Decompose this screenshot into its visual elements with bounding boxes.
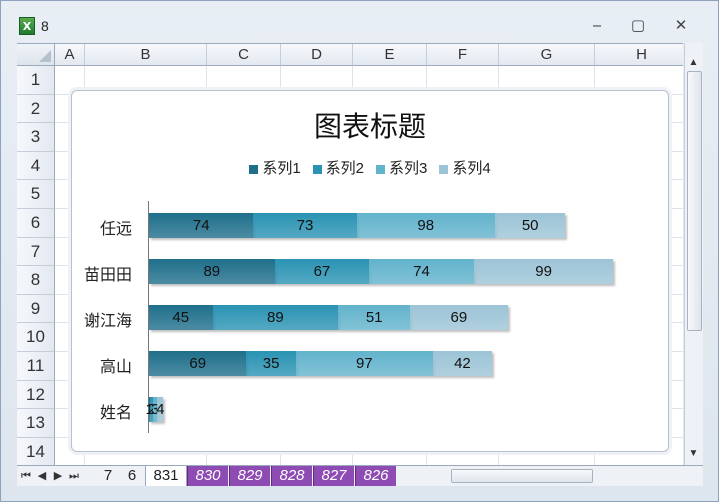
legend-swatch	[439, 164, 449, 174]
maximize-button[interactable]: ▢	[625, 15, 651, 35]
data-label: 35	[262, 355, 280, 372]
data-label: 97	[355, 355, 373, 372]
category-label: 姓名	[99, 405, 132, 422]
legend-item[interactable]: 系列3	[376, 157, 427, 178]
legend-item[interactable]: 系列1	[249, 157, 301, 178]
row-header-13[interactable]: 13	[17, 409, 55, 438]
first-sheet-icon[interactable]: ⏮	[19, 466, 33, 486]
vertical-scrollbar[interactable]: ▲ ▼	[684, 43, 703, 465]
row-header-1[interactable]: 1	[17, 66, 55, 95]
row-header-5[interactable]: 5	[17, 180, 55, 209]
chart-legend[interactable]: 系列1 系列2 系列3 系列4	[72, 157, 668, 178]
excel-icon[interactable]: X	[19, 17, 35, 35]
column-header-d[interactable]: D	[281, 44, 353, 66]
close-icon: ✕	[674, 16, 688, 34]
column-header-g[interactable]: G	[499, 44, 595, 66]
category-label: 谢江海	[83, 313, 132, 330]
column-header-e[interactable]: E	[353, 44, 427, 66]
spreadsheet-grid[interactable]: 图表标题 系列1 系列2 系列3 系列4 任远 74 73 98 50 苗田田 89 67 74 99 谢…	[17, 43, 683, 466]
prev-sheet-icon[interactable]: ◀	[35, 466, 49, 486]
minimize-icon: ‒	[592, 16, 602, 34]
column-header-c[interactable]: C	[207, 44, 281, 66]
legend-swatch	[249, 164, 259, 174]
legend-label: 系列2	[325, 160, 364, 177]
data-label: 51	[365, 309, 383, 326]
sheet-tab-828[interactable]: 828	[271, 466, 312, 486]
sheet-tab-827[interactable]: 827	[313, 466, 354, 486]
row-header-4[interactable]: 4	[17, 151, 55, 181]
column-header-f[interactable]: F	[427, 44, 499, 66]
chart-title[interactable]: 图表标题	[72, 105, 668, 145]
select-all-corner[interactable]	[17, 44, 55, 66]
row-header-3[interactable]: 3	[17, 123, 55, 152]
scroll-down-icon[interactable]: ▼	[685, 448, 702, 459]
data-label: 74	[413, 263, 430, 280]
data-label: 67	[313, 263, 331, 280]
legend-item[interactable]: 系列2	[312, 157, 364, 178]
sheet-tab-826[interactable]: 826	[355, 466, 396, 486]
data-label: 89	[203, 263, 221, 280]
horizontal-scroll-thumb[interactable]	[451, 469, 593, 483]
sheet-tab-7[interactable]: 7	[97, 466, 119, 486]
data-label: 69	[450, 309, 468, 326]
row-header-2[interactable]: 2	[17, 94, 55, 124]
row-header-9[interactable]: 9	[17, 294, 55, 324]
sheet-tab-830[interactable]: 830	[187, 466, 228, 486]
row-header-6[interactable]: 6	[17, 209, 55, 238]
data-label: 42	[454, 355, 471, 372]
category-label: 任远	[99, 221, 132, 238]
title-bar: X 8 ‒ ▢ ✕	[1, 1, 718, 43]
horizontal-scrollbar[interactable]	[431, 465, 683, 486]
row-header-8[interactable]: 8	[17, 266, 55, 295]
data-label: 45	[172, 309, 190, 326]
vertical-scroll-thumb[interactable]	[687, 71, 702, 331]
legend-swatch	[312, 164, 322, 174]
column-header-h[interactable]: H	[595, 44, 683, 66]
column-header-b[interactable]: B	[85, 44, 207, 66]
data-label: 50	[521, 217, 539, 234]
close-button[interactable]: ✕	[668, 15, 694, 35]
last-sheet-icon[interactable]: ⏭	[67, 466, 81, 486]
row-header-14[interactable]: 14	[17, 437, 55, 466]
legend-label: 系列4	[452, 160, 491, 177]
maximize-icon: ▢	[630, 16, 646, 34]
legend-swatch	[376, 164, 385, 174]
data-label: 89	[267, 309, 284, 326]
scroll-up-icon[interactable]: ▲	[685, 57, 702, 68]
row-header-11[interactable]: 11	[17, 352, 55, 381]
category-label: 高山	[99, 359, 132, 376]
window-title: 8	[41, 18, 49, 34]
legend-item[interactable]: 系列4	[439, 157, 491, 178]
next-sheet-icon[interactable]: ▶	[51, 466, 65, 486]
data-label: 99	[535, 263, 552, 280]
row-header-12[interactable]: 12	[17, 380, 55, 410]
sheet-tab-6[interactable]: 6	[121, 466, 143, 486]
data-label: 73	[296, 217, 314, 234]
column-header-a[interactable]: A	[55, 44, 85, 66]
chart-area[interactable]: 图表标题 系列1 系列2 系列3 系列4 任远 74 73 98 50 苗田田 89 67 74 99 谢…	[71, 90, 669, 452]
row-header-7[interactable]: 7	[17, 237, 55, 267]
data-label: 4	[156, 401, 165, 418]
sheet-tab-829[interactable]: 829	[229, 466, 270, 486]
legend-label: 系列3	[389, 160, 428, 177]
minimize-button[interactable]: ‒	[584, 15, 610, 35]
data-label: 69	[189, 355, 207, 372]
data-label: 74	[192, 217, 210, 234]
data-label: 98	[417, 217, 435, 234]
legend-label: 系列1	[262, 160, 301, 177]
category-label: 苗田田	[83, 267, 132, 284]
excel-window: X 8 ‒ ▢ ✕ 图表标题 系列1 系列2 系列3 系列4 任远 74 73 98 50 苗田…	[0, 0, 719, 502]
row-header-10[interactable]: 10	[17, 323, 55, 352]
sheet-tab-831[interactable]: 831	[145, 466, 187, 486]
